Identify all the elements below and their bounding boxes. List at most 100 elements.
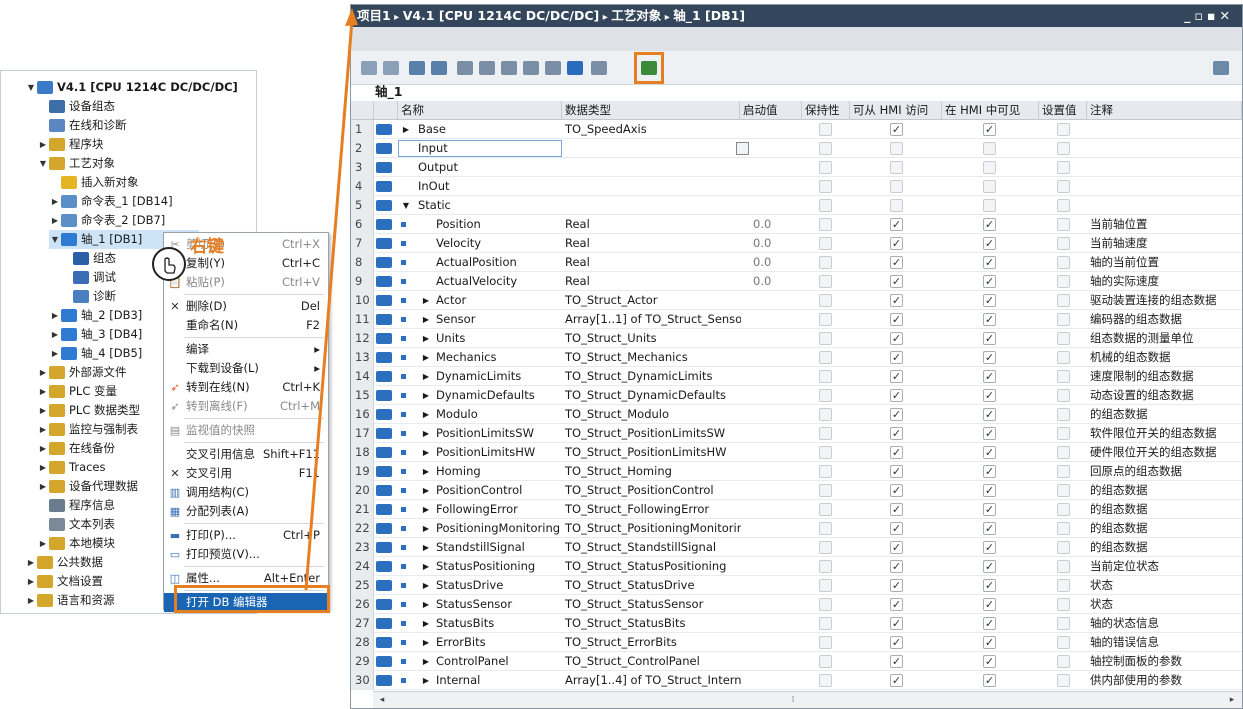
setpoint-checkbox[interactable]	[1057, 275, 1070, 288]
hmi-access-checkbox[interactable]: ✓	[890, 579, 903, 592]
row-data-type[interactable]: Array[1..4] of TO_Struct_Internal	[565, 671, 741, 690]
window-controls[interactable]: _▫▪✕	[1184, 5, 1242, 27]
tree-toggle-icon[interactable]: ▼	[37, 154, 49, 173]
row-name[interactable]: Velocity	[436, 234, 576, 253]
row-toggle-icon[interactable]: ▶	[421, 367, 431, 386]
hmi-access-checkbox[interactable]: ✓	[890, 674, 903, 687]
row-toggle-icon[interactable]: ▶	[421, 538, 431, 557]
table-row[interactable]: 30 ▶ Internal Array[1..4] of TO_Struct_Inte…	[351, 671, 1242, 690]
hmi-visible-checkbox[interactable]	[983, 199, 996, 212]
tree-item[interactable]: ▶ 文档设置	[25, 572, 103, 591]
row-data-type[interactable]: TO_Struct_DynamicDefaults	[565, 386, 741, 405]
hmi-visible-checkbox[interactable]: ✓	[983, 598, 996, 611]
hmi-access-checkbox[interactable]: ✓	[890, 522, 903, 535]
hmi-visible-checkbox[interactable]: ✓	[983, 484, 996, 497]
row-comment[interactable]: 的组态数据	[1090, 481, 1242, 500]
retain-checkbox[interactable]	[819, 617, 832, 630]
hmi-visible-checkbox[interactable]: ✓	[983, 579, 996, 592]
retain-checkbox[interactable]	[819, 275, 832, 288]
tree-item[interactable]: ▶ Traces	[37, 458, 106, 477]
row-data-type[interactable]: Real	[565, 234, 741, 253]
row-data-type[interactable]: TO_Struct_Units	[565, 329, 741, 348]
row-toggle-icon[interactable]: ▶	[421, 291, 431, 310]
tree-toggle-icon[interactable]: ▶	[37, 534, 49, 553]
row-toggle-icon[interactable]: ▶	[421, 462, 431, 481]
row-start-value[interactable]	[753, 443, 801, 462]
hmi-visible-checkbox[interactable]: ✓	[983, 275, 996, 288]
row-comment[interactable]: 硬件限位开关的组态数据	[1090, 443, 1242, 462]
row-start-value[interactable]	[753, 405, 801, 424]
setpoint-checkbox[interactable]	[1057, 560, 1070, 573]
hmi-access-checkbox[interactable]	[890, 180, 903, 193]
setpoint-checkbox[interactable]	[1057, 370, 1070, 383]
tree-item[interactable]: ▼ V4.1 [CPU 1214C DC/DC/DC]	[25, 78, 238, 97]
name-edit-box[interactable]	[398, 140, 562, 157]
row-toggle-icon[interactable]: ▶	[421, 595, 431, 614]
table-row[interactable]: 28 ▶ ErrorBits TO_Struct_ErrorBits ✓ ✓ 轴的错误信息	[351, 633, 1242, 652]
row-start-value[interactable]: 0.0	[753, 272, 801, 291]
row-start-value[interactable]	[753, 386, 801, 405]
row-toggle-icon[interactable]: ▶	[421, 443, 431, 462]
row-name[interactable]: StandstillSignal	[436, 538, 576, 557]
hmi-visible-checkbox[interactable]: ✓	[983, 370, 996, 383]
tree-item[interactable]: ▶ 命令表_2 [DB7]	[49, 211, 165, 230]
setpoint-checkbox[interactable]	[1057, 142, 1070, 155]
insert-row-icon[interactable]	[361, 61, 377, 75]
row-data-type[interactable]: TO_Struct_PositionControl	[565, 481, 741, 500]
row-start-value[interactable]: 0.0	[753, 234, 801, 253]
tree-item[interactable]: ▶ 外部源文件	[37, 363, 127, 382]
setpoint-checkbox[interactable]	[1057, 541, 1070, 554]
row-comment[interactable]: 轴的状态信息	[1090, 614, 1242, 633]
setpoint-checkbox[interactable]	[1057, 313, 1070, 326]
row-comment[interactable]: 供内部使用的参数	[1090, 671, 1242, 690]
setpoint-checkbox[interactable]	[1057, 598, 1070, 611]
row-data-type[interactable]: TO_Struct_PositioningMonitoring	[565, 519, 741, 538]
load-start-values-icon[interactable]	[523, 61, 539, 75]
retain-checkbox[interactable]	[819, 313, 832, 326]
row-toggle-icon[interactable]: ▶	[421, 614, 431, 633]
tree-toggle-icon[interactable]: ▶	[49, 325, 61, 344]
settings-icon[interactable]	[1213, 61, 1229, 75]
row-data-type[interactable]: TO_Struct_DynamicLimits	[565, 367, 741, 386]
table-row[interactable]: 25 ▶ StatusDrive TO_Struct_StatusDrive ✓ ✓ 状态	[351, 576, 1242, 595]
row-start-value[interactable]	[753, 120, 801, 139]
row-data-type[interactable]: TO_Struct_StatusSensor	[565, 595, 741, 614]
tree-item[interactable]: ▶ 轴_4 [DB5]	[49, 344, 142, 363]
hmi-visible-checkbox[interactable]: ✓	[983, 332, 996, 345]
breadcrumb-item[interactable]: 轴_1 [DB1]	[673, 8, 745, 23]
row-comment[interactable]	[1090, 177, 1242, 196]
row-name[interactable]: FollowingError	[436, 500, 576, 519]
hmi-visible-checkbox[interactable]	[983, 180, 996, 193]
row-start-value[interactable]	[753, 329, 801, 348]
row-name[interactable]: Output	[418, 158, 558, 177]
row-comment[interactable]: 的组态数据	[1090, 500, 1242, 519]
hmi-visible-checkbox[interactable]: ✓	[983, 408, 996, 421]
row-name[interactable]: Actor	[436, 291, 576, 310]
scroll-grip-icon[interactable]: ⁞	[783, 693, 803, 707]
tree-item[interactable]: ▶ 在线备份	[37, 439, 115, 458]
hmi-visible-checkbox[interactable]: ✓	[983, 674, 996, 687]
row-toggle-icon[interactable]: ▶	[421, 348, 431, 367]
row-comment[interactable]: 状态	[1090, 576, 1242, 595]
row-start-value[interactable]	[753, 367, 801, 386]
row-start-value[interactable]	[753, 462, 801, 481]
window-control-icon[interactable]: ✕	[1220, 8, 1234, 23]
row-data-type[interactable]: TO_Struct_StatusPositioning	[565, 557, 741, 576]
tree-item[interactable]: ▶ 设备代理数据	[37, 477, 138, 496]
table-row[interactable]: 8 ActualPosition Real 0.0 ✓ ✓ 轴的当前位置	[351, 253, 1242, 272]
row-comment[interactable]: 速度限制的组态数据	[1090, 367, 1242, 386]
hmi-visible-checkbox[interactable]: ✓	[983, 465, 996, 478]
setpoint-checkbox[interactable]	[1057, 522, 1070, 535]
setpoint-checkbox[interactable]	[1057, 199, 1070, 212]
tree-item[interactable]: 文本列表	[37, 515, 115, 534]
row-name[interactable]: Base	[418, 120, 558, 139]
tree-toggle-icon[interactable]: ▶	[37, 458, 49, 477]
tree-toggle-icon[interactable]: ▶	[37, 439, 49, 458]
window-control-icon[interactable]: _	[1184, 8, 1194, 23]
hmi-access-checkbox[interactable]: ✓	[890, 237, 903, 250]
set-start-values-icon[interactable]	[501, 61, 517, 75]
row-start-value[interactable]	[753, 424, 801, 443]
retain-checkbox[interactable]	[819, 522, 832, 535]
row-data-type[interactable]: Real	[565, 215, 741, 234]
hmi-access-checkbox[interactable]: ✓	[890, 484, 903, 497]
